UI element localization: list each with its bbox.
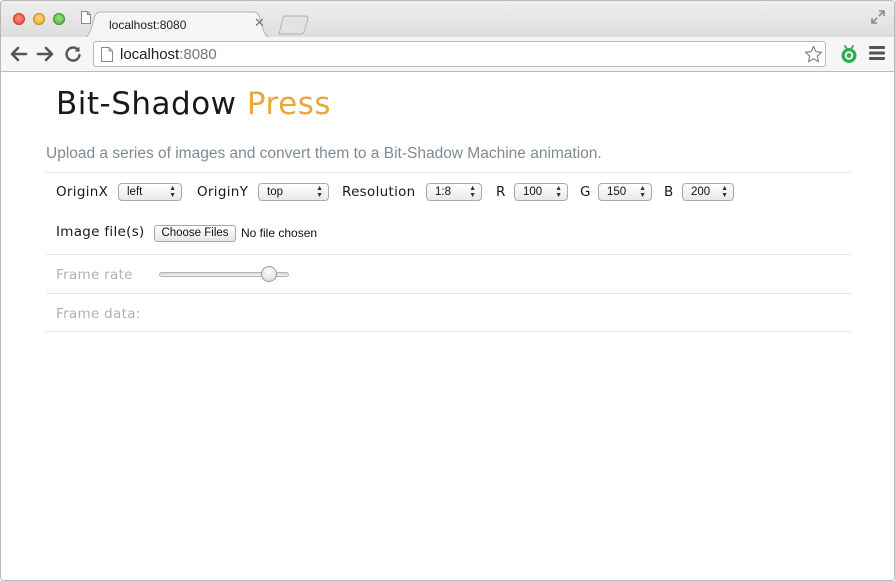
- b-value: 200: [691, 186, 711, 198]
- divider: [46, 172, 851, 173]
- window-minimize-button[interactable]: [33, 13, 45, 25]
- brand-main: Bit-Shadow: [56, 86, 237, 122]
- choose-files-button[interactable]: Choose Files: [154, 225, 236, 242]
- divider: [46, 254, 851, 255]
- b-select[interactable]: 200 ▲ ▼: [682, 183, 734, 201]
- window-zoom-button[interactable]: [53, 13, 65, 25]
- originy-value: top: [267, 186, 283, 198]
- page-subtitle: Upload a series of images and convert th…: [46, 145, 602, 162]
- g-value: 150: [607, 186, 627, 198]
- originy-select[interactable]: top ▲ ▼: [258, 183, 329, 201]
- select-arrows-icon: ▲ ▼: [555, 185, 562, 199]
- originx-value: left: [127, 186, 143, 198]
- divider: [46, 293, 851, 294]
- divider: [46, 331, 851, 332]
- resolution-select[interactable]: 1:8 ▲ ▼: [426, 183, 482, 201]
- brand-accent: Press: [246, 86, 331, 122]
- resolution-label: Resolution: [342, 184, 416, 200]
- reload-icon[interactable]: [63, 44, 83, 64]
- originx-select[interactable]: left ▲ ▼: [118, 183, 182, 201]
- browser-window: localhost:8080 ✕ localhost:8080 Bit-Shad…: [0, 0, 895, 581]
- page-title: Bit-Shadow Press: [56, 86, 331, 122]
- url-host: localhost: [120, 46, 180, 63]
- frame-rate-label: Frame rate: [56, 267, 133, 283]
- page-content: Bit-Shadow Press Upload a series of imag…: [1, 72, 894, 580]
- originy-label: OriginY: [197, 184, 249, 200]
- back-arrow-icon[interactable]: [9, 44, 29, 64]
- select-arrows-icon: ▲ ▼: [721, 185, 728, 199]
- browser-toolbar: localhost:8080: [1, 37, 894, 72]
- select-arrows-icon: ▲ ▼: [316, 185, 323, 199]
- select-arrows-icon: ▲ ▼: [169, 185, 176, 199]
- frame-rate-slider-thumb[interactable]: [261, 266, 277, 282]
- title-bar: localhost:8080 ✕: [1, 1, 894, 38]
- close-icon[interactable]: ✕: [254, 16, 265, 31]
- window-close-button[interactable]: [13, 13, 25, 25]
- select-arrows-icon: ▲ ▼: [639, 185, 646, 199]
- r-label: R: [496, 184, 506, 200]
- originx-label: OriginX: [56, 184, 109, 200]
- image-files-label: Image file(s): [56, 224, 145, 240]
- resolution-value: 1:8: [435, 186, 451, 198]
- r-value: 100: [523, 186, 543, 198]
- tab-title: localhost:8080: [109, 18, 187, 32]
- r-select[interactable]: 100 ▲ ▼: [514, 183, 568, 201]
- browser-tab[interactable]: localhost:8080 ✕: [81, 11, 273, 38]
- url-text: localhost:8080: [120, 46, 217, 63]
- page-document-icon: [101, 47, 113, 62]
- hamburger-menu-icon[interactable]: [869, 46, 885, 60]
- bookmark-star-icon[interactable]: [804, 45, 823, 64]
- extension-icon[interactable]: [839, 44, 859, 64]
- url-port: :8080: [179, 46, 217, 63]
- forward-arrow-icon[interactable]: [35, 44, 55, 64]
- b-label: B: [664, 184, 674, 200]
- address-bar[interactable]: localhost:8080: [93, 41, 826, 67]
- new-tab-icon[interactable]: [277, 15, 311, 35]
- g-label: G: [580, 184, 591, 200]
- fullscreen-icon[interactable]: [871, 10, 885, 24]
- document-icon: [81, 11, 91, 24]
- g-select[interactable]: 150 ▲ ▼: [598, 183, 652, 201]
- file-status-text: No file chosen: [241, 226, 318, 240]
- frame-data-label: Frame data:: [56, 306, 141, 322]
- select-arrows-icon: ▲ ▼: [469, 185, 476, 199]
